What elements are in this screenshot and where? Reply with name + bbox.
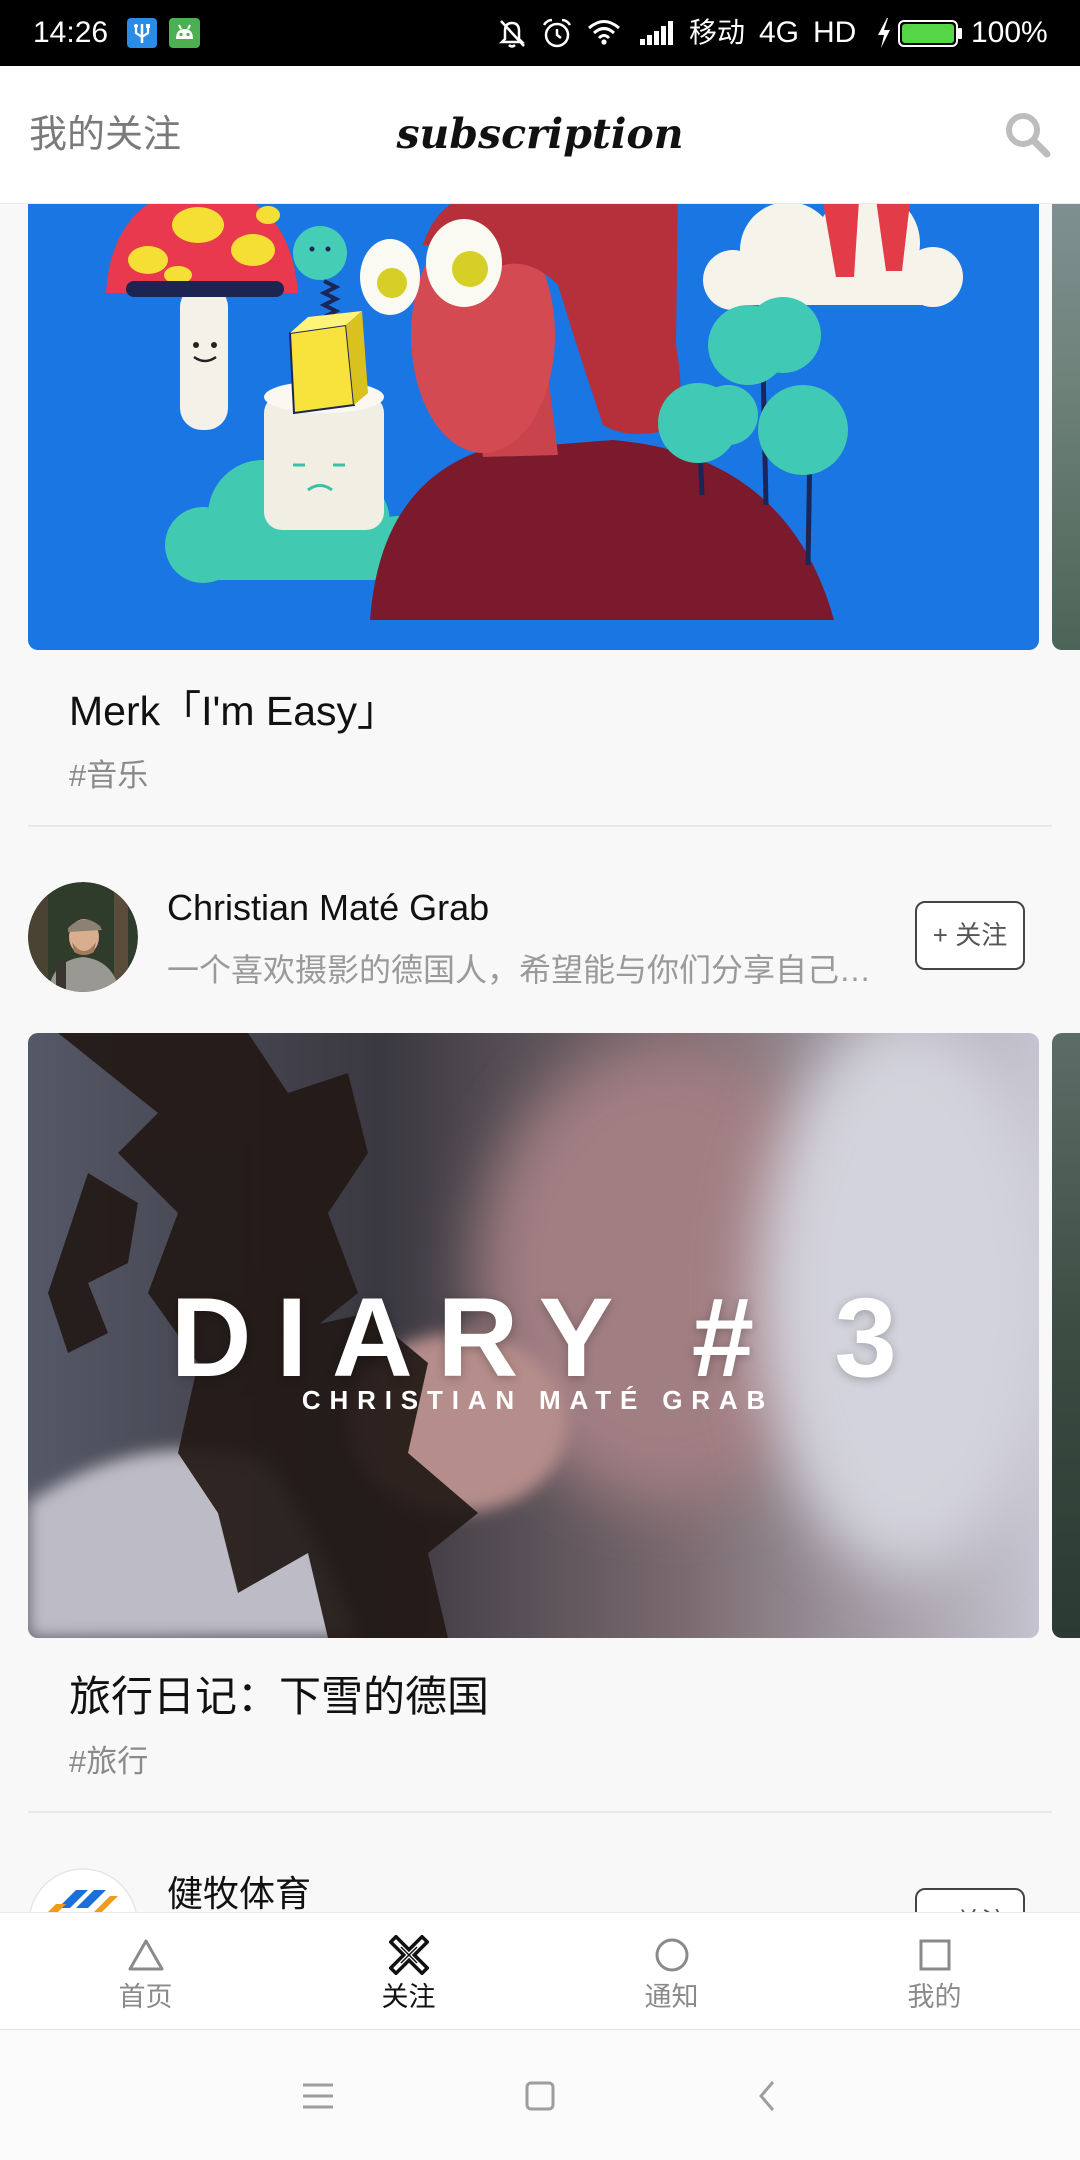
subscription-feed[interactable]: Merk「I'm Easy」 #音乐 Christian Maté Grab 一… xyxy=(0,204,1080,1912)
battery-percent: 100% xyxy=(971,16,1048,49)
author-row: Christian Maté Grab 一个喜欢摄影的德国人，希望能与你们分享自… xyxy=(0,882,1080,992)
debug-icon xyxy=(169,18,200,48)
home-icon[interactable] xyxy=(525,2081,555,2111)
follow-button[interactable]: + 关注 xyxy=(915,1888,1025,1912)
tab-profile[interactable]: 我的 xyxy=(803,1913,1066,2030)
post-thumbnail[interactable] xyxy=(28,204,1039,650)
author-name[interactable]: 健牧体育 xyxy=(167,1872,311,1912)
next-card-peek[interactable] xyxy=(1052,1033,1080,1638)
follow-button[interactable]: + 关注 xyxy=(915,901,1025,970)
usb-icon xyxy=(127,18,157,48)
cross-icon xyxy=(388,1935,429,1975)
post-tag[interactable]: #旅行 xyxy=(69,1742,148,1782)
status-bar: 14:26 移动 4G HD 100% xyxy=(0,0,1080,66)
status-time: 14:26 xyxy=(33,16,109,49)
author-description: 一个喜欢摄影的德国人，希望能与你们分享自己… xyxy=(167,952,872,988)
next-card-peek[interactable] xyxy=(1052,204,1080,650)
triangle-icon xyxy=(128,1939,163,1971)
mute-icon xyxy=(498,20,526,48)
tab-label: 关注 xyxy=(381,1982,436,2012)
tab-home[interactable]: 首页 xyxy=(14,1913,277,2030)
my-follows-link[interactable]: 我的关注 xyxy=(29,66,181,204)
signal-icon xyxy=(640,21,673,45)
network-type: 4G xyxy=(759,16,800,49)
author-name[interactable]: Christian Maté Grab xyxy=(167,886,489,930)
divider xyxy=(28,825,1052,827)
thumbnail-overlay-subtitle: CHRISTIAN MATÉ GRAB xyxy=(301,1385,775,1415)
divider xyxy=(28,1811,1052,1813)
post-title[interactable]: 旅行日记：下雪的德国 xyxy=(69,1672,489,1722)
back-icon[interactable] xyxy=(757,2080,777,2112)
post-thumbnail[interactable]: DIARY # 3 CHRISTIAN MATÉ GRAB xyxy=(28,1033,1039,1638)
post-card: Merk「I'm Easy」 #音乐 xyxy=(0,204,1080,827)
tab-label: 通知 xyxy=(644,1982,699,2012)
square-icon xyxy=(919,1939,950,1971)
avatar[interactable] xyxy=(28,1868,138,1912)
thumbnail-overlay-title: DIARY # 3 xyxy=(170,1275,922,1400)
circle-icon xyxy=(655,1938,688,1972)
post-title[interactable]: Merk「I'm Easy」 xyxy=(69,686,398,736)
post-card: DIARY # 3 CHRISTIAN MATÉ GRAB 旅行日记：下雪的德国… xyxy=(0,1033,1080,1813)
tab-notifications[interactable]: 通知 xyxy=(540,1913,803,2030)
search-icon[interactable] xyxy=(1003,110,1051,158)
carrier-label: 移动 xyxy=(689,17,746,48)
battery-icon xyxy=(898,20,962,47)
wifi-icon xyxy=(588,20,620,45)
hd-badge: HD xyxy=(813,16,857,49)
app-header: 我的关注 subscription xyxy=(0,66,1080,204)
avatar[interactable] xyxy=(28,882,138,992)
battery-fill xyxy=(902,24,954,43)
author-row: 健牧体育 + 关注 xyxy=(0,1868,1080,1912)
charging-icon xyxy=(878,18,890,48)
tab-label: 我的 xyxy=(907,1982,962,2012)
bottom-tab-bar: 首页 关注 通知 我的 xyxy=(0,1912,1080,2029)
system-navigation-bar xyxy=(0,2029,1080,2160)
tab-following[interactable]: 关注 xyxy=(277,1913,540,2030)
tab-label: 首页 xyxy=(118,1982,173,2012)
alarm-icon xyxy=(542,18,572,48)
menu-icon[interactable] xyxy=(301,2082,335,2110)
post-tag[interactable]: #音乐 xyxy=(69,756,148,796)
